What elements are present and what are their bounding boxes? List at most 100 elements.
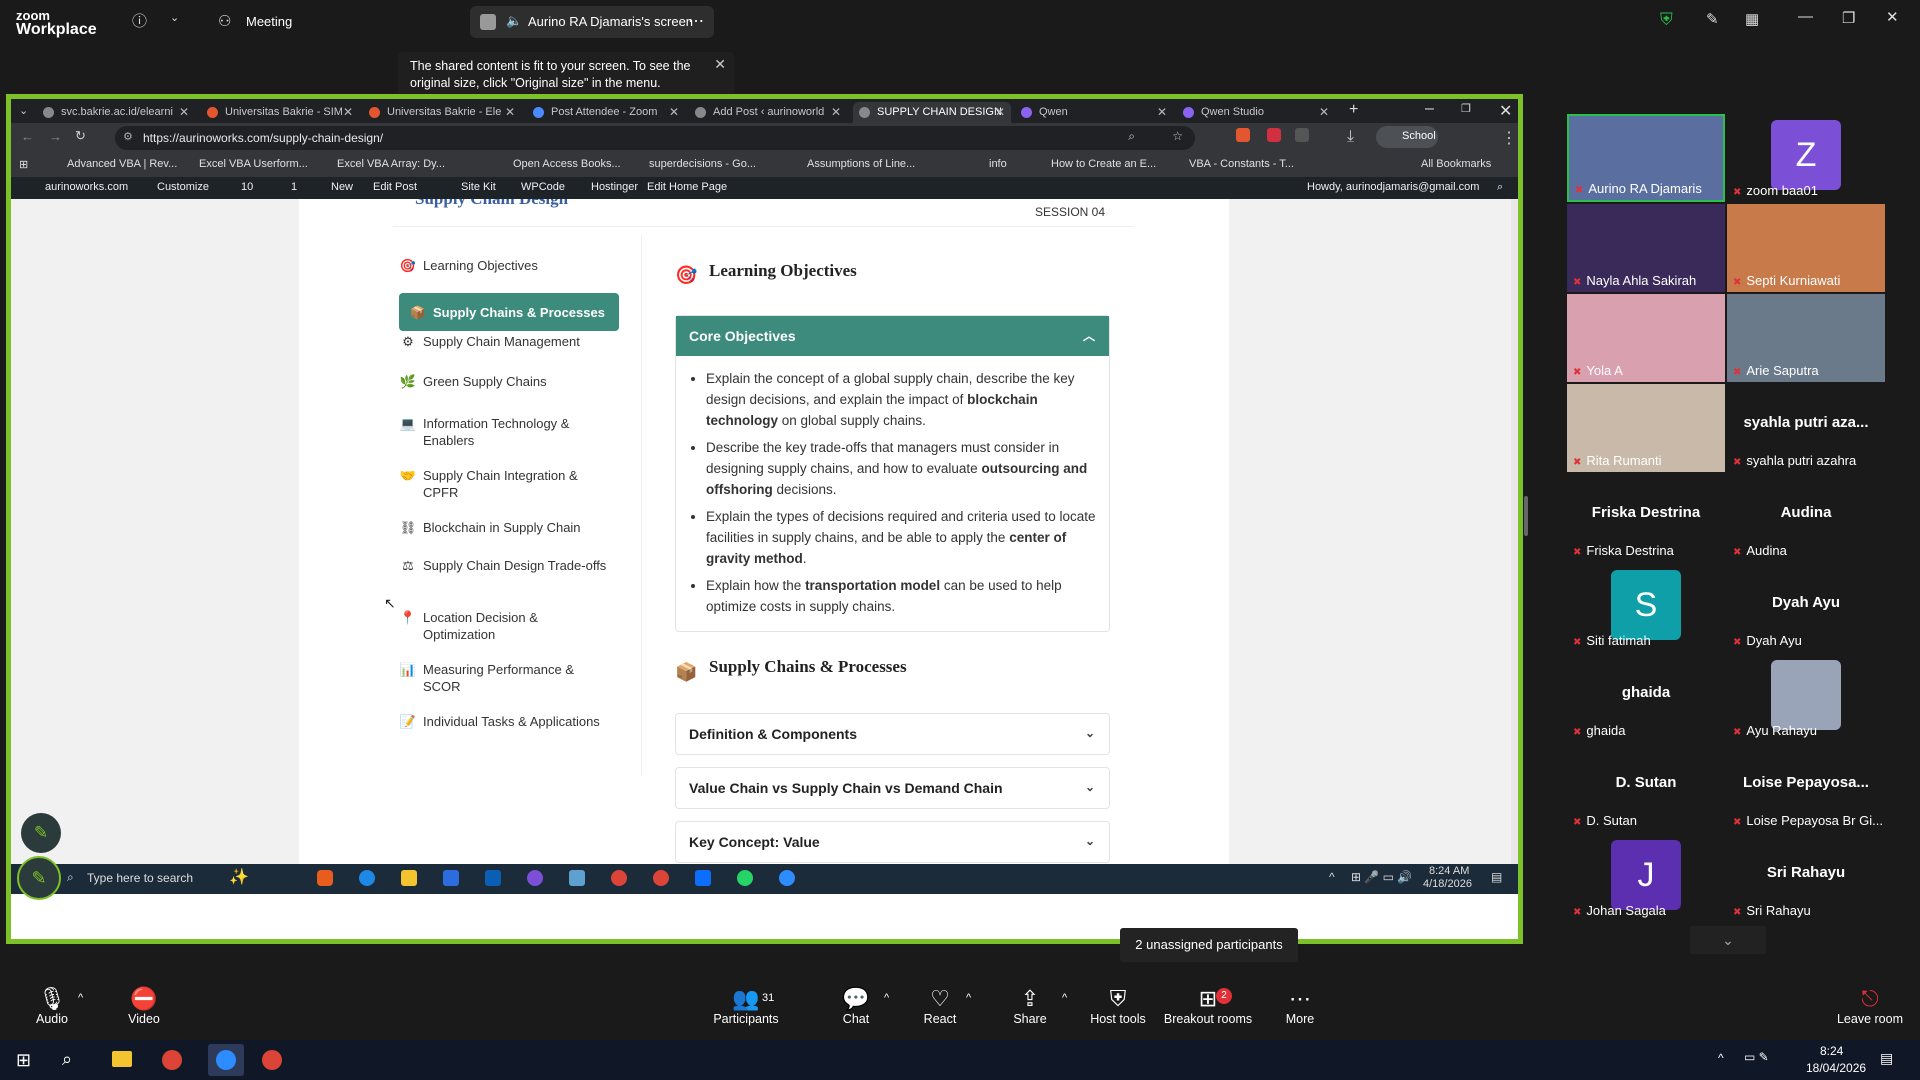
accordion-item[interactable]: Definition & Components ⌄: [675, 713, 1110, 755]
browser-tab[interactable]: SUPPLY CHAIN DESIGN ✕: [853, 102, 1011, 123]
chevron-down-icon[interactable]: ⌄: [1085, 726, 1095, 740]
participant-tile[interactable]: D. Sutan D. Sutan: [1567, 744, 1725, 832]
sidebar-nav-item[interactable]: 📦 Supply Chains & Processes: [399, 293, 619, 331]
close-icon[interactable]: ✕: [1886, 8, 1899, 26]
app-icon[interactable]: [695, 870, 711, 886]
all-bookmarks-button[interactable]: All Bookmarks: [1421, 158, 1491, 170]
extension-icon[interactable]: [1236, 128, 1250, 142]
url-input[interactable]: ⚙ https://aurinoworks.com/supply-chain-d…: [115, 126, 1195, 150]
minimize-icon[interactable]: –: [1425, 100, 1434, 118]
participant-tile[interactable]: Arie Saputra: [1727, 294, 1885, 382]
accordion-item[interactable]: Key Concept: Value ⌄: [675, 821, 1110, 863]
reload-icon[interactable]: ↻: [75, 128, 86, 144]
wp-bar-item[interactable]: Edit Post: [373, 181, 417, 193]
participant-tile[interactable]: Sri Rahayu Sri Rahayu: [1727, 834, 1885, 922]
browser-tab[interactable]: Post Attendee - Zoom ✕: [527, 102, 685, 123]
close-tab-icon[interactable]: ✕: [995, 105, 1005, 119]
back-icon[interactable]: ←: [21, 129, 34, 144]
zoom-app-icon[interactable]: [779, 870, 795, 886]
chrome-icon[interactable]: [162, 1050, 182, 1070]
browser-tab[interactable]: Universitas Bakrie - Ele ✕: [363, 102, 521, 123]
participants-button[interactable]: 👥 Participants 31: [706, 978, 786, 1026]
tray-chevron-icon[interactable]: ^: [1718, 1051, 1724, 1065]
video-button[interactable]: ⛔ Video: [104, 978, 184, 1026]
wp-bar-item[interactable]: 10: [241, 181, 253, 193]
app-icon[interactable]: [317, 870, 333, 886]
close-tab-icon[interactable]: ✕: [1157, 105, 1167, 119]
more-button[interactable]: ⋯ More: [1260, 978, 1340, 1026]
bookmark-item[interactable]: Assumptions of Line...: [807, 158, 915, 170]
browser-tab[interactable]: Universitas Bakrie - SIM ✕: [201, 102, 359, 123]
bookmark-item[interactable]: Open Access Books...: [513, 158, 621, 170]
gallery-resize-handle[interactable]: [1524, 496, 1528, 536]
chevron-down-icon[interactable]: ⌄: [1085, 834, 1095, 848]
minimize-icon[interactable]: —: [1798, 8, 1813, 25]
close-tab-icon[interactable]: ✕: [505, 105, 515, 119]
zoom-lens-icon[interactable]: ⌕: [1128, 129, 1135, 144]
share-options-chevron[interactable]: ^: [1062, 992, 1067, 1004]
bookmark-item[interactable]: superdecisions - Go...: [649, 158, 756, 170]
scrollbar[interactable]: [1511, 199, 1518, 864]
participant-tile[interactable]: Dyah Ayu Dyah Ayu: [1727, 564, 1885, 652]
security-shield-icon[interactable]: ⛨: [1660, 10, 1673, 30]
core-objectives-header[interactable]: Core Objectives ︿: [676, 316, 1109, 356]
gallery-next-page[interactable]: ⌄: [1690, 926, 1766, 954]
close-tab-icon[interactable]: ✕: [1319, 105, 1329, 119]
wp-bar-item[interactable]: Hostinger: [591, 181, 638, 193]
profile-button[interactable]: School: [1376, 126, 1438, 148]
new-tab-icon[interactable]: +: [1349, 101, 1358, 119]
share-button[interactable]: ⇪ Share: [990, 978, 1070, 1026]
app-icon[interactable]: [527, 870, 543, 886]
wp-bar-item[interactable]: Customize: [157, 181, 209, 193]
chrome-icon[interactable]: [653, 870, 669, 886]
view-layout-icon[interactable]: ▦: [1745, 10, 1759, 28]
wp-howdy[interactable]: Howdy, aurinodjamaris@gmail.com: [1307, 181, 1479, 193]
menu-icon[interactable]: ⋮: [1501, 128, 1517, 148]
extension-icon[interactable]: [1267, 128, 1281, 142]
wp-bar-item[interactable]: Site Kit: [461, 181, 496, 193]
chevron-down-icon[interactable]: ⌄: [170, 11, 179, 24]
annotate-fab-button[interactable]: ✎: [17, 856, 61, 900]
react-options-chevron[interactable]: ^: [966, 992, 971, 1004]
site-info-icon[interactable]: ⚙: [123, 130, 133, 143]
browser-tab[interactable]: svc.bakrie.ac.id/elearni ✕: [37, 102, 195, 123]
meeting-label[interactable]: Meeting: [246, 14, 292, 29]
chat-options-chevron[interactable]: ^: [884, 992, 889, 1004]
info-icon[interactable]: ⓘ: [132, 10, 147, 31]
bookmark-item[interactable]: Excel VBA Userform...: [199, 158, 308, 170]
edit-fab-button[interactable]: ✎: [21, 813, 61, 853]
tab-search-icon[interactable]: ⌄: [19, 104, 28, 117]
apps-icon[interactable]: ⊞: [19, 158, 28, 171]
search-icon[interactable]: ⌕: [1497, 181, 1503, 194]
close-tab-icon[interactable]: ✕: [179, 105, 189, 119]
download-icon[interactable]: ⤓: [1347, 128, 1354, 146]
close-tab-icon[interactable]: ✕: [669, 105, 679, 119]
edge-icon[interactable]: [359, 870, 375, 886]
bookmark-item[interactable]: VBA - Constants - T...: [1189, 158, 1294, 170]
wp-bar-item[interactable]: aurinoworks.com: [45, 181, 128, 193]
outlook-icon[interactable]: [485, 870, 501, 886]
audio-options-chevron[interactable]: ^: [78, 992, 83, 1004]
participant-tile[interactable]: ghaida ghaida: [1567, 654, 1725, 742]
leave-room-button[interactable]: ⎋ Leave room: [1830, 978, 1910, 1026]
participant-tile[interactable]: Yola A: [1567, 294, 1725, 382]
notification-icon[interactable]: ▤: [1491, 870, 1502, 884]
participant-tile[interactable]: syahla putri aza... syahla putri azahra: [1727, 384, 1885, 472]
close-icon[interactable]: ✕: [1499, 101, 1512, 121]
bookmark-item[interactable]: Excel VBA Array: Dy...: [337, 158, 445, 170]
windows-start-icon[interactable]: ⊞: [16, 1050, 31, 1071]
maximize-icon[interactable]: ❐: [1842, 9, 1855, 27]
host-tools-button[interactable]: ⛨ Host tools: [1078, 978, 1158, 1026]
participant-tile[interactable]: JJohan Sagala: [1567, 834, 1725, 922]
bookmark-star-icon[interactable]: ☆: [1172, 129, 1183, 143]
chevron-up-icon[interactable]: ︿: [1083, 327, 1095, 344]
browser-tab[interactable]: Add Post ‹ aurinoworld ✕: [689, 102, 847, 123]
participant-tile[interactable]: Zzoom baa01: [1727, 114, 1885, 202]
file-explorer-icon[interactable]: [112, 1051, 132, 1067]
wp-bar-item[interactable]: New: [331, 181, 353, 193]
bookmark-item[interactable]: info: [989, 158, 1007, 170]
extension-icon[interactable]: [1295, 128, 1309, 142]
chevron-down-icon[interactable]: ⌄: [1085, 780, 1095, 794]
participant-tile[interactable]: Rita Rumanti: [1567, 384, 1725, 472]
chrome-icon[interactable]: [262, 1050, 282, 1070]
